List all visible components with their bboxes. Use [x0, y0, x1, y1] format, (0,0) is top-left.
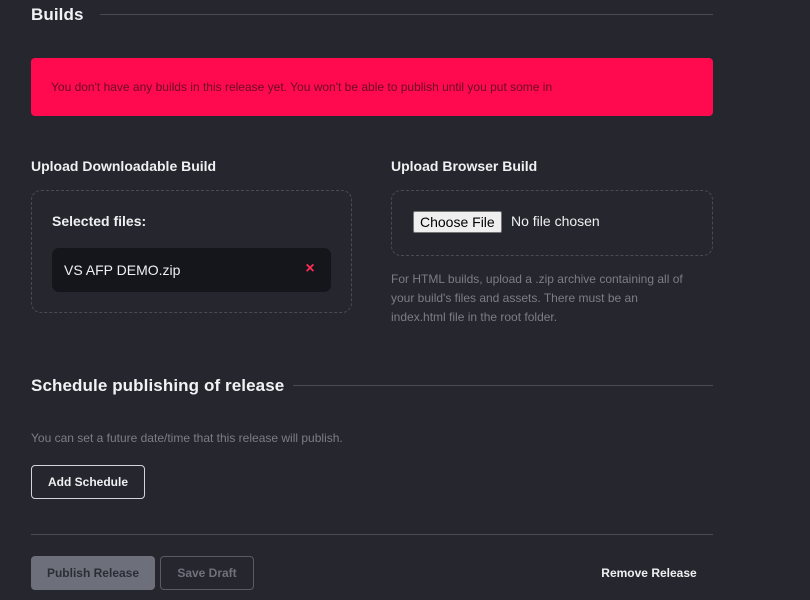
help-line: your build's files and assets. There mus…	[391, 291, 638, 305]
save-draft-button[interactable]: Save Draft	[160, 556, 254, 590]
remove-file-icon[interactable]: ×	[303, 259, 317, 279]
help-line: index.html file in the root folder.	[391, 310, 558, 324]
selected-files-label: Selected files:	[52, 213, 147, 229]
selected-file-item: VS AFP DEMO.zip ×	[52, 248, 331, 292]
upload-browser-heading: Upload Browser Build	[391, 158, 538, 174]
alert-text: You don't have any builds in this releas…	[51, 80, 553, 94]
browser-build-help: For HTML builds, upload a .zip archive c…	[391, 270, 721, 327]
browser-upload-box: Choose File No file chosen	[391, 190, 713, 256]
schedule-heading: Schedule publishing of release	[31, 376, 285, 395]
downloadable-dropzone[interactable]: Selected files: VS AFP DEMO.zip ×	[31, 190, 352, 313]
schedule-divider	[293, 385, 713, 386]
no-file-chosen-text: No file chosen	[511, 213, 600, 229]
publish-release-button[interactable]: Publish Release	[31, 556, 155, 590]
choose-file-button[interactable]: Choose File	[413, 211, 502, 233]
footer-divider	[31, 534, 713, 535]
no-builds-alert: You don't have any builds in this releas…	[31, 58, 713, 116]
file-name: VS AFP DEMO.zip	[64, 262, 181, 278]
help-line: For HTML builds, upload a .zip archive c…	[391, 272, 683, 286]
add-schedule-button[interactable]: Add Schedule	[31, 465, 145, 499]
builds-heading: Builds	[31, 5, 84, 24]
builds-divider	[100, 14, 713, 15]
schedule-description: You can set a future date/time that this…	[31, 431, 343, 445]
remove-release-button[interactable]: Remove Release	[585, 556, 713, 590]
upload-downloadable-heading: Upload Downloadable Build	[31, 158, 217, 174]
